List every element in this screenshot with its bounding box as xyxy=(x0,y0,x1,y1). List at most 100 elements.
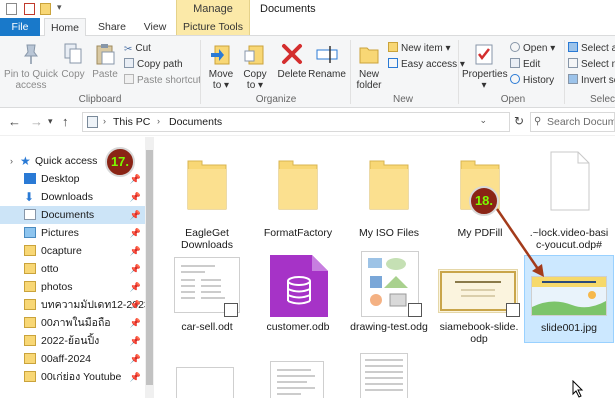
nav-item-articles-2023[interactable]: บทความมัปเดท12-2023 📌 xyxy=(0,296,150,314)
move-to-button[interactable]: Move to ▾ xyxy=(204,42,238,91)
pin-icon: 📌 xyxy=(129,282,141,292)
edit-button[interactable]: Edit xyxy=(510,58,540,72)
pin-icon: 📌 xyxy=(129,354,141,364)
download-icon: ⬇ xyxy=(24,190,35,204)
copy-to-label-2: to xyxy=(246,80,256,91)
arrow-18-head xyxy=(532,264,544,277)
nav-item-downloads[interactable]: ⬇ Downloads 📌 xyxy=(0,188,145,206)
annotation-marker-17: 17. xyxy=(105,147,135,177)
nav-item-00aff-2024[interactable]: 00aff-2024 📌 xyxy=(0,350,145,368)
breadcrumb-this-pc[interactable]: This PC xyxy=(113,116,150,128)
nav-item-photos[interactable]: photos 📌 xyxy=(0,278,145,296)
pictures-icon xyxy=(24,227,36,238)
select-all-label: Select all xyxy=(581,43,615,54)
nav-label: 2022-ย้อนปิ้ง xyxy=(41,335,100,347)
paste-shortcut-label: Paste shortcut xyxy=(137,75,201,86)
window-title: Documents xyxy=(260,3,316,15)
back-arrow-icon[interactable]: ← xyxy=(8,114,21,129)
nav-item-pictures[interactable]: Pictures 📌 xyxy=(0,224,145,242)
copy-path-label: Copy path xyxy=(137,59,183,70)
group-separator xyxy=(200,40,201,104)
breadcrumb-chevron-icon[interactable]: › xyxy=(103,116,106,126)
nav-item-otto[interactable]: otto 📌 xyxy=(0,260,145,278)
new-folder-icon xyxy=(359,47,379,64)
new-folder-label-2: folder xyxy=(356,80,382,91)
new-item-button[interactable]: New item ▾ xyxy=(388,42,451,56)
nav-item-0capture[interactable]: 0capture 📌 xyxy=(0,242,145,260)
open-label: Open xyxy=(523,43,548,54)
arrow-18 xyxy=(495,208,540,270)
cut-button[interactable]: ✂ Cut xyxy=(124,42,151,56)
customize-toolbar-icon[interactable]: ▾ xyxy=(57,2,62,13)
nav-item-2022[interactable]: 2022-ย้อนปิ้ง 📌 xyxy=(0,332,145,350)
nav-scrollbar-thumb[interactable] xyxy=(146,150,153,385)
open-group-label: Open xyxy=(500,94,526,105)
pin-icon: 📌 xyxy=(129,228,141,238)
history-button[interactable]: History xyxy=(510,74,554,88)
paste-shortcut-button[interactable]: Paste shortcut xyxy=(124,74,201,88)
search-input[interactable]: ⚲ Search Documen xyxy=(530,112,615,132)
pin-icon: 📌 xyxy=(129,210,141,220)
properties-button[interactable]: Properties ▾ xyxy=(462,42,508,91)
nav-item-youtube[interactable]: 00เก่ย่อง Youtube 📌 xyxy=(0,368,145,386)
tab-picture-tools[interactable]: Picture Tools xyxy=(177,18,249,36)
tab-share[interactable]: Share xyxy=(92,18,132,36)
up-arrow-icon[interactable]: ↑ xyxy=(62,114,69,129)
tab-home[interactable]: Home xyxy=(44,18,86,37)
easy-access-button[interactable]: Easy access ▾ xyxy=(388,58,465,72)
refresh-icon[interactable]: ↻ xyxy=(514,114,524,128)
address-box[interactable]: › This PC › Documents ⌄ xyxy=(82,112,510,132)
tab-file[interactable]: File xyxy=(0,18,40,36)
tab-view[interactable]: View xyxy=(138,18,172,36)
pin-icon: 📌 xyxy=(129,192,141,202)
folder-icon xyxy=(24,353,36,364)
pc-icon xyxy=(87,116,98,128)
folder-icon xyxy=(24,245,36,256)
nav-label: 00เก่ย่อง Youtube xyxy=(41,371,122,383)
breadcrumb-chevron-icon[interactable]: › xyxy=(157,116,160,126)
copy-to-button[interactable]: Copy to ▾ xyxy=(238,42,272,91)
nav-label: otto xyxy=(41,263,59,275)
easy-access-label: Easy access xyxy=(401,59,458,70)
paste-shortcut-icon xyxy=(124,74,134,84)
new-folder-button[interactable]: New folder xyxy=(352,42,386,91)
rename-label: Rename xyxy=(308,69,346,80)
nav-label: Downloads xyxy=(41,191,93,203)
history-label: History xyxy=(523,75,555,86)
copy-to-label-1: Copy xyxy=(243,69,267,80)
nav-label: Desktop xyxy=(41,173,80,185)
rename-button[interactable]: Rename xyxy=(308,42,346,80)
quick-access-toolbar-icon[interactable] xyxy=(6,3,17,15)
nav-item-phone-photos[interactable]: 00ภาพในมือถือ 📌 xyxy=(0,314,145,332)
chevron-down-icon: ▾ xyxy=(255,80,264,91)
search-icon: ⚲ xyxy=(534,116,542,127)
properties-quick-icon[interactable] xyxy=(24,3,35,15)
invert-selection-button[interactable]: Invert se xyxy=(568,74,615,88)
copy-path-button[interactable]: Copy path xyxy=(124,58,183,72)
delete-button[interactable]: Delete xyxy=(276,42,308,80)
address-dropdown-chevron-icon[interactable]: ⌄ xyxy=(479,115,487,126)
copy-button[interactable]: Copy xyxy=(58,42,88,80)
select-all-icon xyxy=(568,42,578,52)
pin-icon: 📌 xyxy=(129,318,141,328)
nav-item-documents[interactable]: Documents 📌 xyxy=(0,206,145,224)
easy-access-icon xyxy=(388,58,398,68)
select-all-button[interactable]: Select all xyxy=(568,42,615,56)
open-button[interactable]: Open ▾ xyxy=(510,42,555,56)
pin-icon xyxy=(24,44,38,64)
select-none-button[interactable]: Select no xyxy=(568,58,615,72)
annotation-arrows xyxy=(495,208,544,277)
pin-to-quick-access-button[interactable]: Pin to Quick access xyxy=(2,42,60,91)
history-clock-icon xyxy=(510,74,520,84)
breadcrumb-documents[interactable]: Documents xyxy=(169,116,222,128)
nav-label: Quick access xyxy=(35,155,98,167)
chevron-down-icon: ▾ xyxy=(221,80,230,91)
expand-chevron-icon[interactable]: › xyxy=(10,152,13,170)
forward-arrow-icon[interactable]: → xyxy=(30,114,43,129)
paste-button[interactable]: Paste xyxy=(90,42,120,80)
new-folder-quick-icon[interactable] xyxy=(40,3,51,15)
chevron-down-icon: ▾ xyxy=(481,80,487,91)
recent-locations-chevron-icon[interactable]: ▾ xyxy=(48,116,53,127)
cut-label: Cut xyxy=(135,43,151,54)
folder-icon xyxy=(24,335,36,346)
